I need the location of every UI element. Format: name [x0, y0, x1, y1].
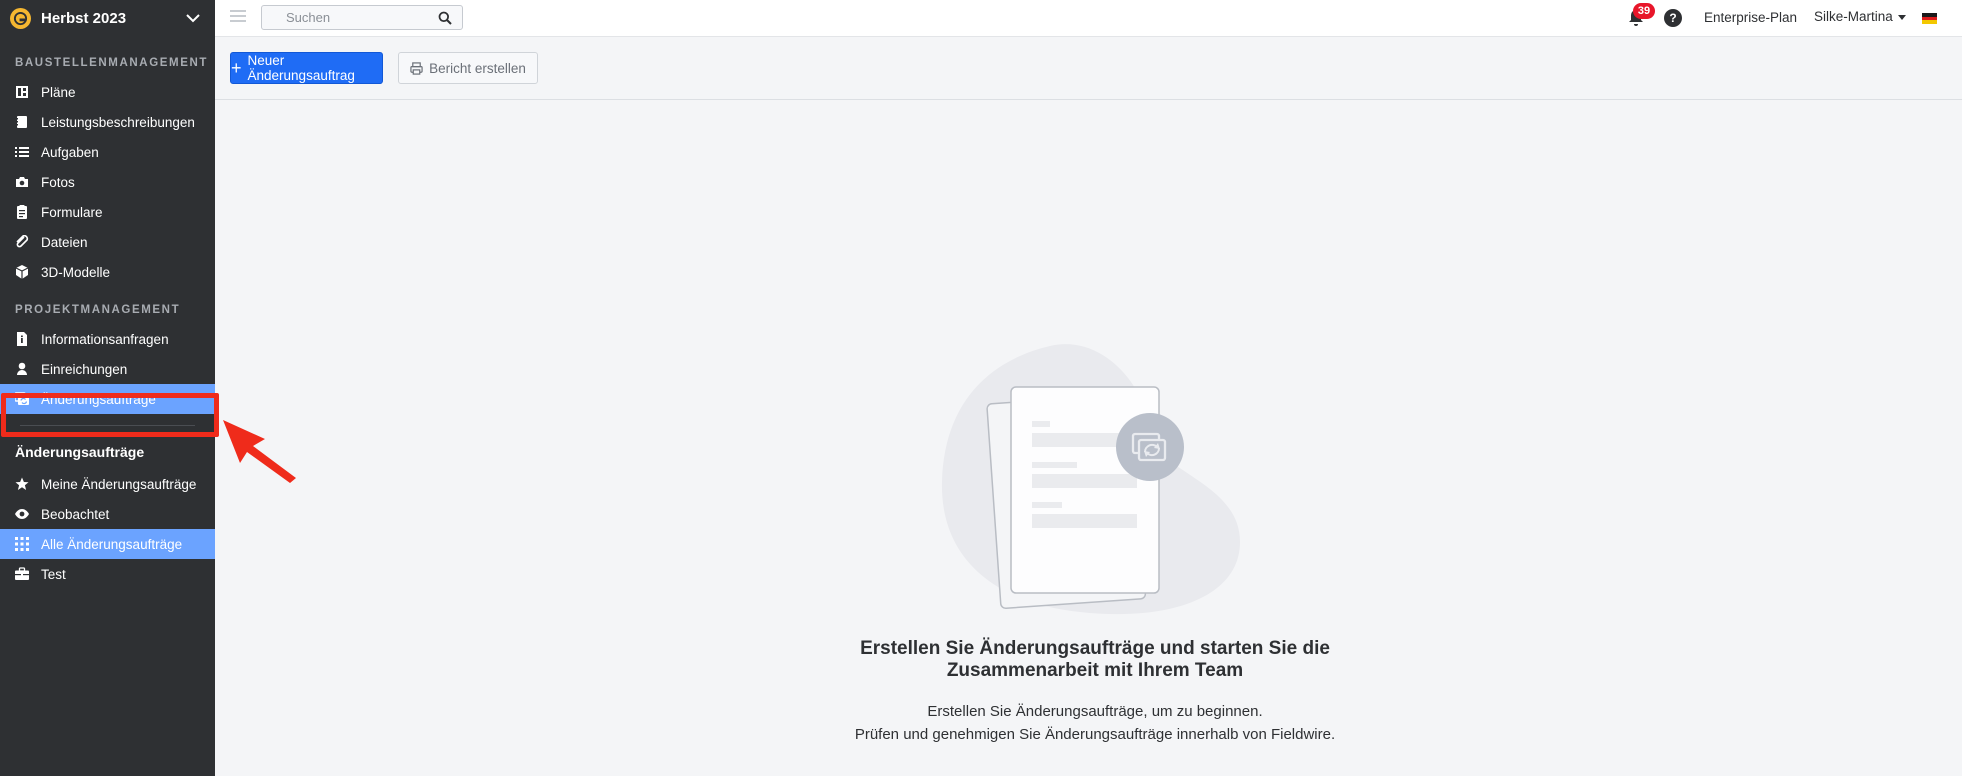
project-switcher[interactable]: Herbst 2023	[0, 0, 215, 36]
section-label-construction: BAUSTELLENMANAGEMENT	[15, 57, 208, 69]
sidebar-item-rfi[interactable]: Informationsanfragen	[0, 324, 215, 354]
sidebar-item-label: Fotos	[41, 174, 75, 190]
sidebar-item-my-change-orders[interactable]: Meine Änderungsaufträge	[0, 469, 215, 499]
sidebar-item-submittals[interactable]: Einreichungen	[0, 354, 215, 384]
forms-icon	[14, 205, 29, 220]
sidebar-item-label: 3D-Modelle	[41, 264, 111, 280]
user-name: Silke-Martina	[1814, 9, 1893, 24]
sidebar-item-all-change-orders[interactable]: Alle Änderungsaufträge	[0, 529, 215, 559]
search-input[interactable]	[262, 6, 422, 29]
cube-icon	[14, 265, 29, 280]
german-flag-icon[interactable]	[1922, 13, 1937, 24]
empty-state-illustration	[941, 344, 1240, 615]
create-report-button[interactable]: Bericht erstellen	[398, 52, 538, 84]
rfi-icon	[14, 332, 29, 347]
sidebar-item-label: Beobachtet	[41, 506, 110, 522]
sidebar-item-3d-models[interactable]: 3D-Modelle	[0, 257, 215, 287]
sidebar-item-photos[interactable]: Fotos	[0, 167, 215, 197]
empty-state-title-line2: Zusammenarbeit mit Ihrem Team	[946, 660, 1244, 681]
camera-icon	[14, 175, 29, 190]
plan-link[interactable]: Enterprise-Plan	[1704, 10, 1797, 25]
sidebar-item-test[interactable]: Test	[0, 559, 215, 589]
grid-icon	[14, 537, 29, 552]
sidebar-item-label: Pläne	[41, 84, 76, 100]
sidebar-item-plans[interactable]: Pläne	[0, 77, 215, 107]
briefcase-icon	[14, 567, 29, 582]
empty-state-title-line1: Erstellen Sie Änderungsaufträge und star…	[860, 638, 1330, 659]
topbar: 39 ? Enterprise-Plan Silke-Martina	[215, 0, 1962, 37]
empty-state-desc-line2: Prüfen und genehmigen Sie Änderungsauftr…	[854, 726, 1336, 743]
create-report-label: Bericht erstellen	[429, 60, 526, 76]
sidebar-item-label: Test	[41, 566, 66, 582]
tasks-icon	[14, 145, 29, 160]
paperclip-icon	[14, 235, 29, 250]
sidebar-item-label: Einreichungen	[41, 361, 128, 377]
empty-state-desc-line1: Erstellen Sie Änderungsaufträge, um zu b…	[927, 703, 1263, 720]
star-icon	[14, 477, 29, 492]
new-change-order-button[interactable]: + Neuer Änderungsauftrag	[230, 52, 383, 84]
printer-icon	[410, 61, 423, 75]
sidebar-item-label: Dateien	[41, 234, 88, 250]
sidebar: Herbst 2023 BAUSTELLENMANAGEMENT Pläne L…	[0, 0, 215, 776]
sidebar-item-specifications[interactable]: Leistungsbeschreibungen	[0, 107, 215, 137]
sub-nav-title: Änderungsaufträge	[15, 444, 145, 460]
sidebar-item-tasks[interactable]: Aufgaben	[0, 137, 215, 167]
eye-icon	[14, 507, 29, 522]
sidebar-item-watched[interactable]: Beobachtet	[0, 499, 215, 529]
sidebar-item-forms[interactable]: Formulare	[0, 197, 215, 227]
section-label-project: PROJEKTMANAGEMENT	[15, 304, 181, 316]
submittals-icon	[14, 362, 29, 377]
sidebar-item-label: Formulare	[41, 204, 103, 220]
annotation-highlight	[1, 393, 219, 437]
sidebar-item-files[interactable]: Dateien	[0, 227, 215, 257]
chevron-down-icon[interactable]	[183, 8, 203, 28]
menu-icon[interactable]	[230, 10, 246, 24]
sidebar-item-label: Informationsanfragen	[41, 331, 169, 347]
plans-icon	[14, 85, 29, 100]
caret-down-icon	[1897, 14, 1906, 20]
user-menu[interactable]: Silke-Martina	[1814, 9, 1906, 24]
sidebar-item-label: Leistungsbeschreibungen	[41, 114, 195, 130]
project-logo-icon	[10, 7, 31, 29]
notification-badge[interactable]: 39	[1633, 3, 1655, 19]
help-icon[interactable]: ?	[1664, 9, 1682, 27]
plus-icon: +	[231, 58, 242, 78]
toolbar: + Neuer Änderungsauftrag Bericht erstell…	[215, 37, 1962, 100]
specifications-icon	[14, 115, 29, 130]
annotation-arrow-icon	[223, 420, 296, 483]
sidebar-item-label: Meine Änderungsaufträge	[41, 476, 197, 492]
sidebar-item-label: Aufgaben	[41, 144, 99, 160]
empty-state-title: Erstellen Sie Änderungsaufträge und star…	[815, 638, 1375, 682]
sidebar-item-label: Alle Änderungsaufträge	[41, 536, 183, 552]
empty-state-description: Erstellen Sie Änderungsaufträge, um zu b…	[765, 700, 1425, 746]
search-box	[261, 5, 463, 30]
project-name: Herbst 2023	[41, 9, 127, 27]
new-change-order-label: Neuer Änderungsauftrag	[247, 53, 355, 83]
search-icon[interactable]	[438, 11, 452, 25]
